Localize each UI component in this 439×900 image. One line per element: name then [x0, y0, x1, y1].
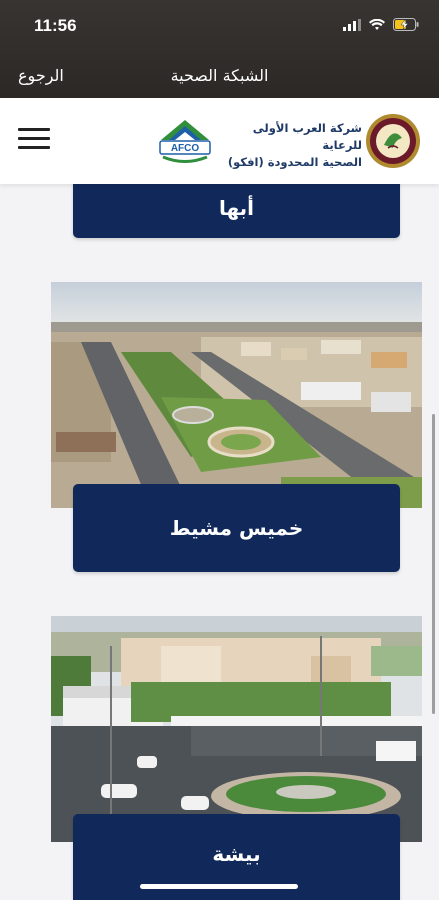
- screen: 11:56 الرجوع الشبكة الصحية AFCO شركة الع…: [0, 0, 439, 900]
- status-time: 11:56: [34, 16, 77, 35]
- app-header: AFCO شركة العرب الأولى للرعاية الصحية ال…: [0, 98, 439, 184]
- top-bar: 11:56 الرجوع الشبكة الصحية: [0, 0, 439, 98]
- scrollbar[interactable]: [432, 414, 435, 714]
- status-icons: [343, 18, 419, 31]
- battery-charging-icon: [393, 18, 419, 31]
- aerial-city-photo: [51, 282, 422, 508]
- page-title: الشبكة الصحية: [170, 66, 269, 85]
- city-button-abha[interactable]: أبها: [73, 184, 400, 238]
- company-seal-logo: [366, 114, 420, 168]
- company-name: شركة العرب الأولى للرعاية الصحية المحدود…: [214, 120, 362, 171]
- wifi-icon: [369, 18, 385, 30]
- company-name-line1: شركة العرب الأولى للرعاية: [252, 121, 362, 152]
- city-button-khamis-mushait[interactable]: خميس مشيط: [73, 484, 400, 572]
- city-image-bisha: [51, 616, 422, 842]
- company-name-line2: الصحية المحدودة (افكو): [227, 155, 362, 169]
- street-city-photo: [51, 616, 422, 842]
- home-indicator[interactable]: [140, 884, 298, 889]
- signal-icon: [343, 18, 361, 31]
- city-image-khamis-mushait: [51, 282, 422, 508]
- cities-list[interactable]: أبها خميس مشيط بيشة: [0, 184, 439, 900]
- afco-logo: AFCO: [159, 120, 211, 163]
- svg-text:AFCO: AFCO: [171, 143, 200, 154]
- hamburger-menu-icon[interactable]: [18, 128, 50, 152]
